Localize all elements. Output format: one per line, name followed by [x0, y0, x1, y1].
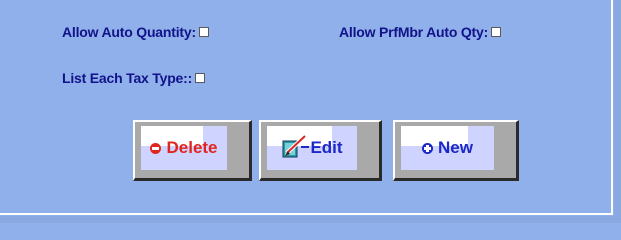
allow-auto-quantity-label: Allow Auto Quantity: [62, 24, 196, 40]
new-button[interactable]: New [393, 120, 519, 181]
list-each-tax-type-checkbox[interactable] [195, 73, 206, 83]
new-button-label: New [438, 138, 473, 157]
allow-prfmbr-auto-qty-label: Allow PrfMbr Auto Qty: [339, 24, 489, 40]
edit-button[interactable]: Edit [259, 120, 382, 181]
delete-button[interactable]: Delete [133, 120, 252, 181]
plus-circle-icon [422, 142, 434, 154]
new-button-content: New [422, 138, 473, 158]
new-button-face: New [401, 126, 494, 170]
panel-edge-right [614, 0, 621, 223]
allow-prfmbr-auto-qty-checkbox[interactable] [491, 27, 502, 37]
allow-auto-quantity-field: Allow Auto Quantity: [62, 24, 209, 40]
delete-button-content: Delete [150, 138, 218, 158]
edit-button-label: Edit [310, 138, 343, 157]
allow-prfmbr-auto-qty-field: Allow PrfMbr Auto Qty: [339, 24, 502, 40]
list-each-tax-type-field: List Each Tax Type:: [62, 70, 206, 86]
edit-pencil-icon [281, 133, 311, 164]
panel-edge-bottom [0, 216, 621, 223]
list-each-tax-type-label: List Each Tax Type:: [62, 70, 193, 86]
delete-button-label: Delete [166, 138, 218, 157]
edit-button-face: Edit [267, 126, 357, 170]
minus-circle-icon [150, 142, 162, 154]
allow-auto-quantity-checkbox[interactable] [198, 27, 209, 37]
delete-button-face: Delete [141, 126, 227, 170]
edit-button-content: Edit [281, 133, 343, 164]
